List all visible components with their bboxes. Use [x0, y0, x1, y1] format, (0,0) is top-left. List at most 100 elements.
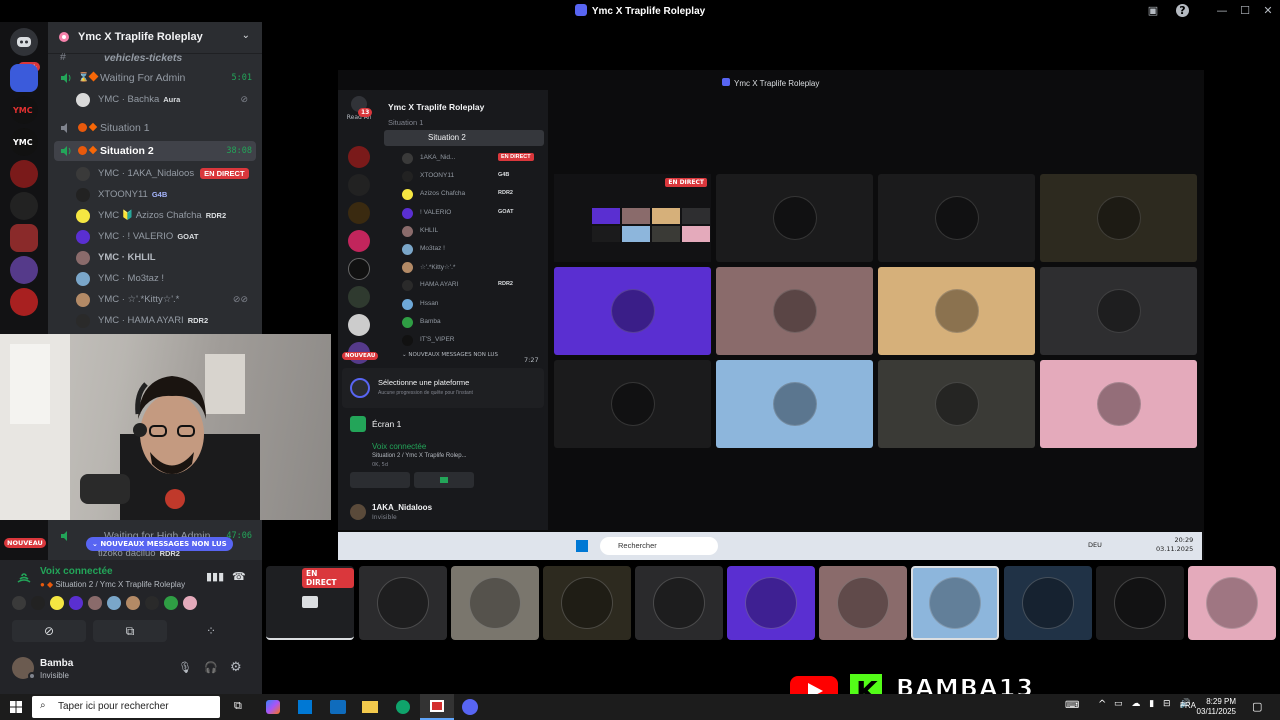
inner-voice-user[interactable]: IT'S_VIPER — [402, 334, 542, 348]
inner-stream-preview[interactable]: EN DIRECT — [554, 174, 711, 262]
inner-platform-card[interactable]: Sélectionne une plateforme Aucune progre… — [342, 368, 544, 408]
home-discord-icon[interactable] — [10, 28, 38, 56]
inner-channel-situation-2[interactable]: Situation 2 — [384, 130, 544, 146]
headphones-icon[interactable]: 🎧 — [204, 661, 218, 674]
screen-share-button[interactable]: ⧉ — [93, 620, 167, 642]
server-icon-active[interactable] — [10, 64, 38, 92]
notifications-icon[interactable]: ▢ — [1252, 700, 1262, 713]
inner-start-icon[interactable] — [576, 540, 588, 552]
microphone-icon[interactable]: 🎙 — [178, 661, 192, 674]
taskbar-search-input[interactable]: ⌕ Taper ici pour rechercher — [32, 696, 220, 718]
voice-user[interactable]: YMC · ! VALERIO GOAT — [76, 227, 256, 247]
inner-camera-button[interactable] — [350, 472, 410, 488]
server-icon-rp[interactable] — [10, 288, 38, 316]
inner-video-tile[interactable] — [716, 360, 873, 448]
voice-channel-situation-2[interactable]: Situation 2 38:08 — [54, 141, 256, 161]
windows-start-icon[interactable] — [10, 701, 22, 713]
inner-share-button[interactable] — [414, 472, 474, 488]
inner-voice-user[interactable]: Azizos Chafcha RDR2 — [402, 188, 542, 202]
inner-video-tile[interactable] — [878, 174, 1035, 262]
inner-voice-user[interactable]: Mo3taz ! — [402, 243, 542, 257]
inner-video-tile[interactable] — [1040, 360, 1197, 448]
inner-video-tile[interactable] — [554, 360, 711, 448]
maximize-button[interactable]: ☐ — [1237, 3, 1253, 19]
inner-avatar[interactable] — [350, 504, 366, 520]
voice-channel-situation-1[interactable]: Situation 1 — [54, 118, 256, 138]
inner-video-tile[interactable] — [554, 267, 711, 355]
edge-icon[interactable] — [396, 700, 410, 714]
soundboard-icon[interactable]: ▮▮▮ — [206, 570, 224, 583]
inbox-icon[interactable]: ▣ — [1145, 3, 1161, 19]
voice-user[interactable]: YMC 🔰 Azizos Chafcha RDR2 — [76, 206, 256, 226]
task-view-icon[interactable]: ⧉ — [234, 699, 242, 713]
channel-vehicles-tickets[interactable]: # vehicles-tickets — [54, 48, 256, 68]
camera-off-button[interactable]: ⊘ — [12, 620, 86, 642]
tray-chevron-icon[interactable]: ^ — [1098, 699, 1106, 710]
store-icon[interactable] — [298, 700, 312, 714]
folder-icon[interactable] — [362, 701, 378, 713]
voice-user[interactable]: YMC · ☆'.*Kitty☆'.* ⊘⊘ — [76, 290, 256, 310]
participant-tile[interactable] — [1004, 566, 1092, 640]
keyboard-icon[interactable]: ⌨ — [1065, 700, 1079, 711]
chevron-down-icon[interactable]: ⌄ — [242, 30, 250, 41]
taskbar-app-active[interactable] — [420, 694, 454, 720]
inner-video-tile[interactable] — [716, 174, 873, 262]
participant-tile[interactable] — [359, 566, 447, 640]
gear-icon[interactable]: ⚙ — [230, 660, 242, 675]
system-clock[interactable]: 8:29 PM 03/11/2025 — [1197, 697, 1236, 717]
inner-guild-name[interactable]: Ymc X Traplife Roleplay — [388, 102, 484, 112]
inner-video-tile[interactable] — [716, 267, 873, 355]
voice-user[interactable]: YMC · 1AKA_Nidaloos EN DIRECT — [76, 164, 256, 184]
disconnect-icon[interactable]: ☎ — [232, 570, 246, 583]
voice-user-partial[interactable]: tizoko daciluo RDR2 — [76, 548, 256, 560]
voice-user[interactable]: YMC · HAMA AYARI RDR2 — [76, 311, 256, 331]
inner-unread-banner[interactable]: ⌄ NOUVEAUX MESSAGES NON LUS — [402, 352, 498, 358]
activities-button[interactable]: ⁘ — [174, 620, 248, 642]
minimize-button[interactable]: — — [1214, 3, 1230, 19]
voice-user[interactable]: YMC · Mo3taz ! — [76, 269, 256, 289]
inner-video-tile[interactable] — [878, 360, 1035, 448]
voice-user[interactable]: YMC · Bachka Aura ⊘ — [76, 90, 256, 110]
voice-channel-waiting-admin[interactable]: ⌛ Waiting For Admin 5:01 — [54, 68, 256, 88]
participant-tile[interactable] — [819, 566, 907, 640]
stream-tile-live[interactable]: EN DIRECT — [266, 566, 354, 640]
server-icon-ymc[interactable]: YMC — [10, 96, 38, 124]
inner-voice-user[interactable]: Hssan — [402, 298, 542, 312]
voice-channel-name[interactable]: ● ◆ Situation 2 / Ymc X Traplife Rolepla… — [40, 580, 185, 589]
server-icon-bamba[interactable] — [10, 192, 38, 220]
inner-video-tile[interactable] — [1040, 267, 1197, 355]
inner-voice-user[interactable]: HAMA AYARI RDR2 — [402, 279, 542, 293]
copilot-icon[interactable] — [266, 700, 280, 714]
server-icon-shield[interactable] — [10, 160, 38, 188]
inner-search[interactable]: Rechercher — [600, 537, 718, 555]
language-indicator[interactable]: FRA — [1180, 701, 1196, 710]
participant-tile[interactable] — [911, 566, 999, 640]
participant-tile[interactable] — [635, 566, 723, 640]
inner-voice-channel[interactable]: Situation 2 / Ymc X Traplife Rolep... — [372, 453, 467, 459]
inner-video-tile[interactable] — [1040, 174, 1197, 262]
inner-voice-user[interactable]: ☆'.*Kitty☆'.* — [402, 261, 542, 275]
voice-user[interactable]: YMC · KHLIL — [76, 248, 256, 268]
inner-voice-user[interactable]: Bamba — [402, 316, 542, 330]
outlook-icon[interactable] — [330, 700, 346, 714]
discord-taskbar-icon[interactable] — [462, 699, 478, 715]
inner-channel-situation-1[interactable]: Situation 1 — [388, 118, 423, 126]
inner-video-tile[interactable] — [878, 267, 1035, 355]
participant-tile[interactable] — [1188, 566, 1276, 640]
voice-user[interactable]: XTOONY11 G4B — [76, 185, 256, 205]
participant-tile[interactable] — [451, 566, 539, 640]
no-entry-icon — [78, 146, 87, 155]
server-icon-ymc-2[interactable]: YMC — [10, 128, 38, 156]
inner-voice-user[interactable]: ! VALERIO GOAT — [402, 207, 542, 221]
close-button[interactable]: ✕ — [1260, 3, 1276, 19]
inner-activity-button[interactable] — [478, 472, 538, 488]
participant-tile[interactable] — [1096, 566, 1184, 640]
server-icon-skull[interactable] — [10, 224, 38, 252]
inner-voice-user[interactable]: 1AKA_Nid... EN DIRECT — [402, 152, 542, 166]
server-icon-city[interactable] — [10, 256, 38, 284]
inner-voice-user[interactable]: KHLIL — [402, 225, 542, 239]
participant-tile[interactable] — [727, 566, 815, 640]
help-icon[interactable]: ? — [1176, 4, 1189, 17]
participant-tile[interactable] — [543, 566, 631, 640]
inner-voice-user[interactable]: XTOONY11 G4B — [402, 170, 542, 184]
